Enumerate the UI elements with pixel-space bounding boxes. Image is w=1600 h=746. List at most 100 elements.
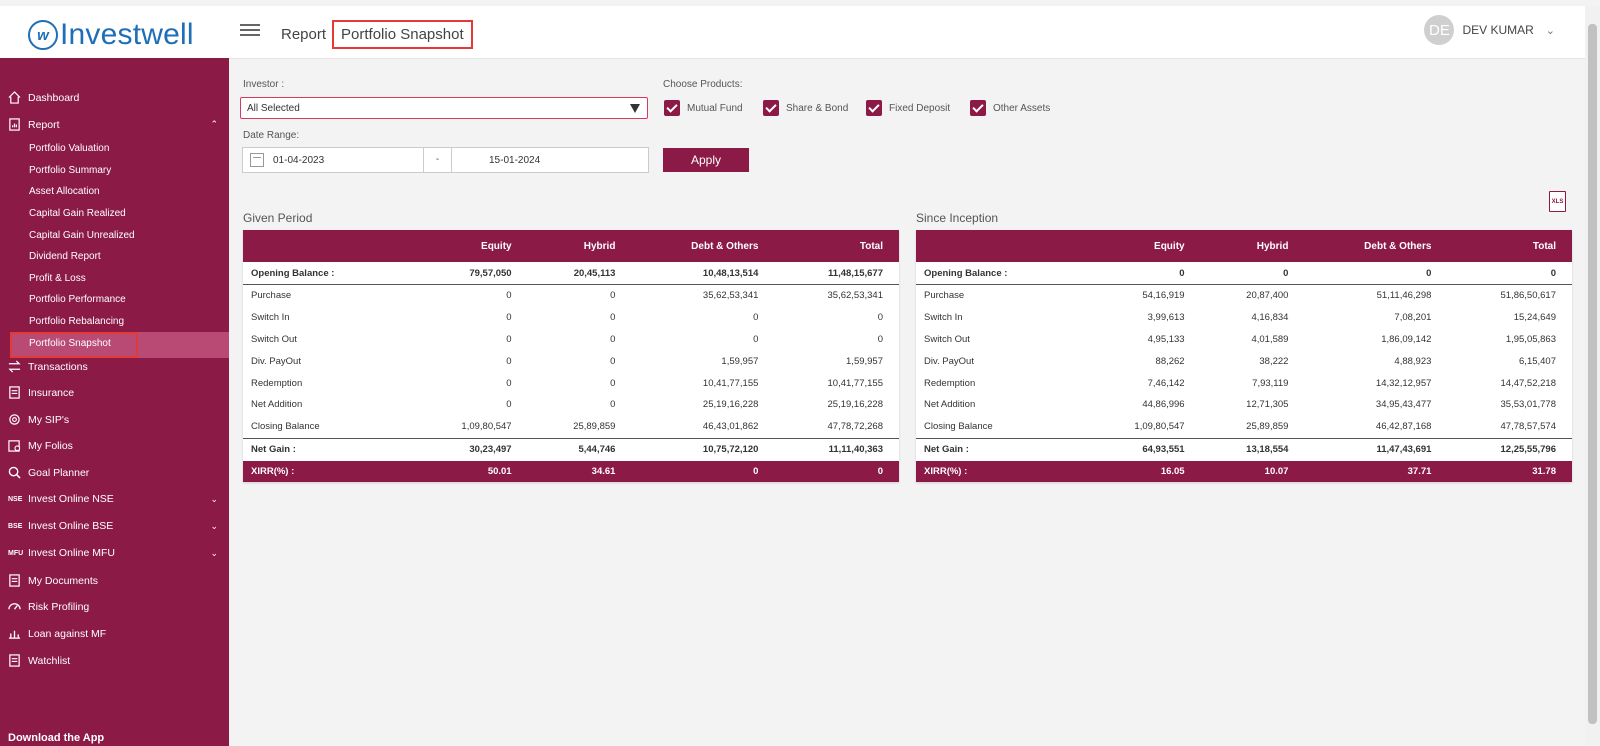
row-label: Switch Out bbox=[924, 333, 970, 345]
table-row: Closing Balance 1,09,80,547 25,89,859 46,43… bbox=[243, 416, 899, 438]
sidebar-item-invest-online-bse[interactable]: BSE Invest Online BSE ⌄ bbox=[8, 520, 220, 532]
checkbox-fixed-deposit[interactable]: Fixed Deposit bbox=[866, 100, 950, 116]
sidebar-item-report[interactable]: Report ⌃ bbox=[8, 118, 220, 131]
scrollbar-thumb[interactable] bbox=[1588, 24, 1597, 724]
sidebar-item-asset-allocation[interactable]: Asset Allocation bbox=[29, 186, 100, 197]
sidebar-item-transactions[interactable]: Transactions bbox=[8, 360, 220, 373]
list-icon bbox=[9, 654, 20, 667]
sidebar-item-portfolio-snapshot[interactable]: Portfolio Snapshot bbox=[29, 338, 111, 349]
table-cell: 51,86,50,617 bbox=[1500, 290, 1556, 302]
table-cell: 15,24,649 bbox=[1513, 312, 1556, 324]
checkbox-share-bond[interactable]: Share & Bond bbox=[763, 100, 848, 116]
user-name: DEV KUMAR bbox=[1462, 23, 1534, 37]
dropdown-arrow-icon bbox=[630, 104, 640, 113]
date-from-field[interactable]: 01-04-2023 bbox=[273, 155, 324, 166]
table-cell: 1,95,05,863 bbox=[1505, 333, 1556, 345]
download-app-link[interactable]: Download the App bbox=[8, 732, 104, 744]
table-cell: 11,11,40,363 bbox=[774, 437, 899, 461]
table-row: Switch In 0 0 0 0 bbox=[243, 307, 899, 329]
sidebar-item-watchlist[interactable]: Watchlist bbox=[8, 654, 220, 667]
checkbox-checked-icon bbox=[970, 100, 986, 116]
table-cell: 44,86,996 bbox=[1142, 399, 1185, 411]
sidebar-item-dividend-report[interactable]: Dividend Report bbox=[29, 251, 101, 262]
row-label: Opening Balance : bbox=[916, 262, 1085, 285]
apply-button[interactable]: Apply bbox=[663, 148, 749, 172]
table-row: Purchase 0 0 35,62,53,341 35,62,53,341 bbox=[243, 285, 899, 307]
table-cell: 0 bbox=[753, 312, 759, 324]
table-cell: 34,95,43,477 bbox=[1375, 399, 1432, 411]
report-icon bbox=[9, 118, 20, 131]
sidebar-item-portfolio-valuation[interactable]: Portfolio Valuation bbox=[29, 143, 109, 154]
chevron-down-icon: ⌄ bbox=[210, 547, 218, 558]
table-header-row: Equity Hybrid Debt & Others Total bbox=[243, 230, 899, 262]
row-label: Closing Balance bbox=[251, 421, 320, 433]
table-cell: 0 bbox=[506, 290, 512, 302]
table-cell: 35,53,01,778 bbox=[1500, 399, 1556, 411]
sidebar-item-goal-planner[interactable]: Goal Planner bbox=[8, 466, 220, 479]
sidebar-item-insurance[interactable]: Insurance bbox=[8, 386, 220, 399]
date-to-field[interactable]: 15-01-2024 bbox=[489, 155, 540, 166]
investor-select[interactable]: All Selected bbox=[240, 97, 648, 119]
sidebar-item-portfolio-rebalancing[interactable]: Portfolio Rebalancing bbox=[29, 316, 124, 327]
checkbox-other-assets[interactable]: Other Assets bbox=[970, 100, 1050, 116]
xls-export-icon[interactable]: XLS bbox=[1549, 191, 1566, 212]
table-cell: 0 bbox=[1447, 262, 1572, 285]
table-cell: 0 bbox=[1084, 262, 1201, 285]
sidebar-item-invest-online-nse[interactable]: NSE Invest Online NSE ⌄ bbox=[8, 493, 220, 505]
gear-icon bbox=[9, 414, 20, 425]
table-row: Redemption 0 0 10,41,77,155 10,41,77,155 bbox=[243, 372, 899, 394]
investwell-logo[interactable]: w Investwell bbox=[28, 18, 194, 52]
sidebar-label: My SIP's bbox=[28, 413, 70, 426]
scrollbar[interactable] bbox=[1585, 6, 1600, 746]
sidebar-label: Insurance bbox=[28, 386, 75, 399]
table-cell: 0 bbox=[506, 399, 512, 411]
row-label: Div. PayOut bbox=[251, 355, 301, 367]
row-label: Switch In bbox=[924, 312, 963, 324]
table-cell: 4,88,923 bbox=[1394, 355, 1432, 367]
bse-icon: BSE bbox=[8, 522, 23, 530]
sidebar-item-capital-gain-unrealized[interactable]: Capital Gain Unrealized bbox=[29, 230, 135, 241]
table-cell: 25,19,16,228 bbox=[827, 399, 883, 411]
sidebar-item-dashboard[interactable]: Dashboard bbox=[8, 91, 220, 104]
table-cell: 7,46,142 bbox=[1147, 377, 1185, 389]
sidebar-item-portfolio-performance[interactable]: Portfolio Performance bbox=[29, 294, 126, 305]
date-range-label: Date Range: bbox=[243, 130, 300, 141]
table-cell: 64,93,551 bbox=[1084, 437, 1201, 461]
table-row: Purchase 54,16,919 20,87,400 51,11,46,298 51… bbox=[916, 285, 1572, 307]
table-row: XIRR(%) :16.05 10.07 37.71 31.78 bbox=[916, 460, 1572, 482]
table-row: Redemption 7,46,142 7,93,119 14,32,12,957 14… bbox=[916, 372, 1572, 394]
transfer-icon bbox=[8, 360, 21, 373]
table-cell: 1,09,80,547 bbox=[461, 421, 512, 433]
sidebar-item-invest-online-mfu[interactable]: MFU Invest Online MFU ⌄ bbox=[8, 547, 220, 559]
checkbox-mutual-fund[interactable]: Mutual Fund bbox=[664, 100, 743, 116]
sidebar-item-my-sips[interactable]: My SIP's bbox=[8, 413, 220, 426]
table-cell: 38,222 bbox=[1259, 355, 1289, 367]
menu-toggle-icon[interactable] bbox=[240, 21, 260, 41]
breadcrumb-report[interactable]: Report bbox=[281, 26, 326, 43]
sidebar-item-portfolio-summary[interactable]: Portfolio Summary bbox=[29, 165, 111, 176]
sidebar-item-my-folios[interactable]: My Folios bbox=[8, 439, 220, 452]
chevron-up-icon: ⌃ bbox=[210, 119, 218, 129]
date-range-picker[interactable]: 01-04-2023 - 15-01-2024 bbox=[242, 147, 649, 173]
table-cell: 1,59,957 bbox=[846, 355, 883, 367]
column-header: Total bbox=[1447, 230, 1572, 262]
sidebar-item-capital-gain-realized[interactable]: Capital Gain Realized bbox=[29, 208, 126, 219]
table-row: Net Gain :64,93,551 13,18,554 11,47,43,691… bbox=[916, 437, 1572, 461]
breadcrumb: Report Portfolio Snapshot bbox=[281, 20, 473, 49]
table-cell: 3,99,613 bbox=[1147, 312, 1185, 324]
checkbox-label: Other Assets bbox=[993, 102, 1051, 114]
table-cell: 30,23,497 bbox=[411, 437, 528, 461]
sidebar-item-loan-against-mf[interactable]: Loan against MF bbox=[8, 627, 220, 640]
chevron-down-icon: ⌄ bbox=[210, 520, 218, 531]
sidebar-item-profit-loss[interactable]: Profit & Loss bbox=[29, 273, 86, 284]
table-cell: 10,48,13,514 bbox=[631, 262, 775, 285]
table-cell: 46,43,01,862 bbox=[702, 421, 759, 433]
table-row: Switch Out 4,95,133 4,01,589 1,86,09,142 1,9… bbox=[916, 329, 1572, 351]
column-header: Hybrid bbox=[1200, 230, 1305, 262]
table-header-row: Equity Hybrid Debt & Others Total bbox=[916, 230, 1572, 262]
sidebar-item-risk-profiling[interactable]: Risk Profiling bbox=[8, 600, 220, 613]
user-menu[interactable]: DE DEV KUMAR ⌄ bbox=[1424, 15, 1555, 45]
row-label: XIRR(%) : bbox=[916, 460, 1085, 482]
sidebar-item-my-documents[interactable]: My Documents bbox=[8, 574, 220, 587]
document-icon bbox=[9, 386, 20, 399]
